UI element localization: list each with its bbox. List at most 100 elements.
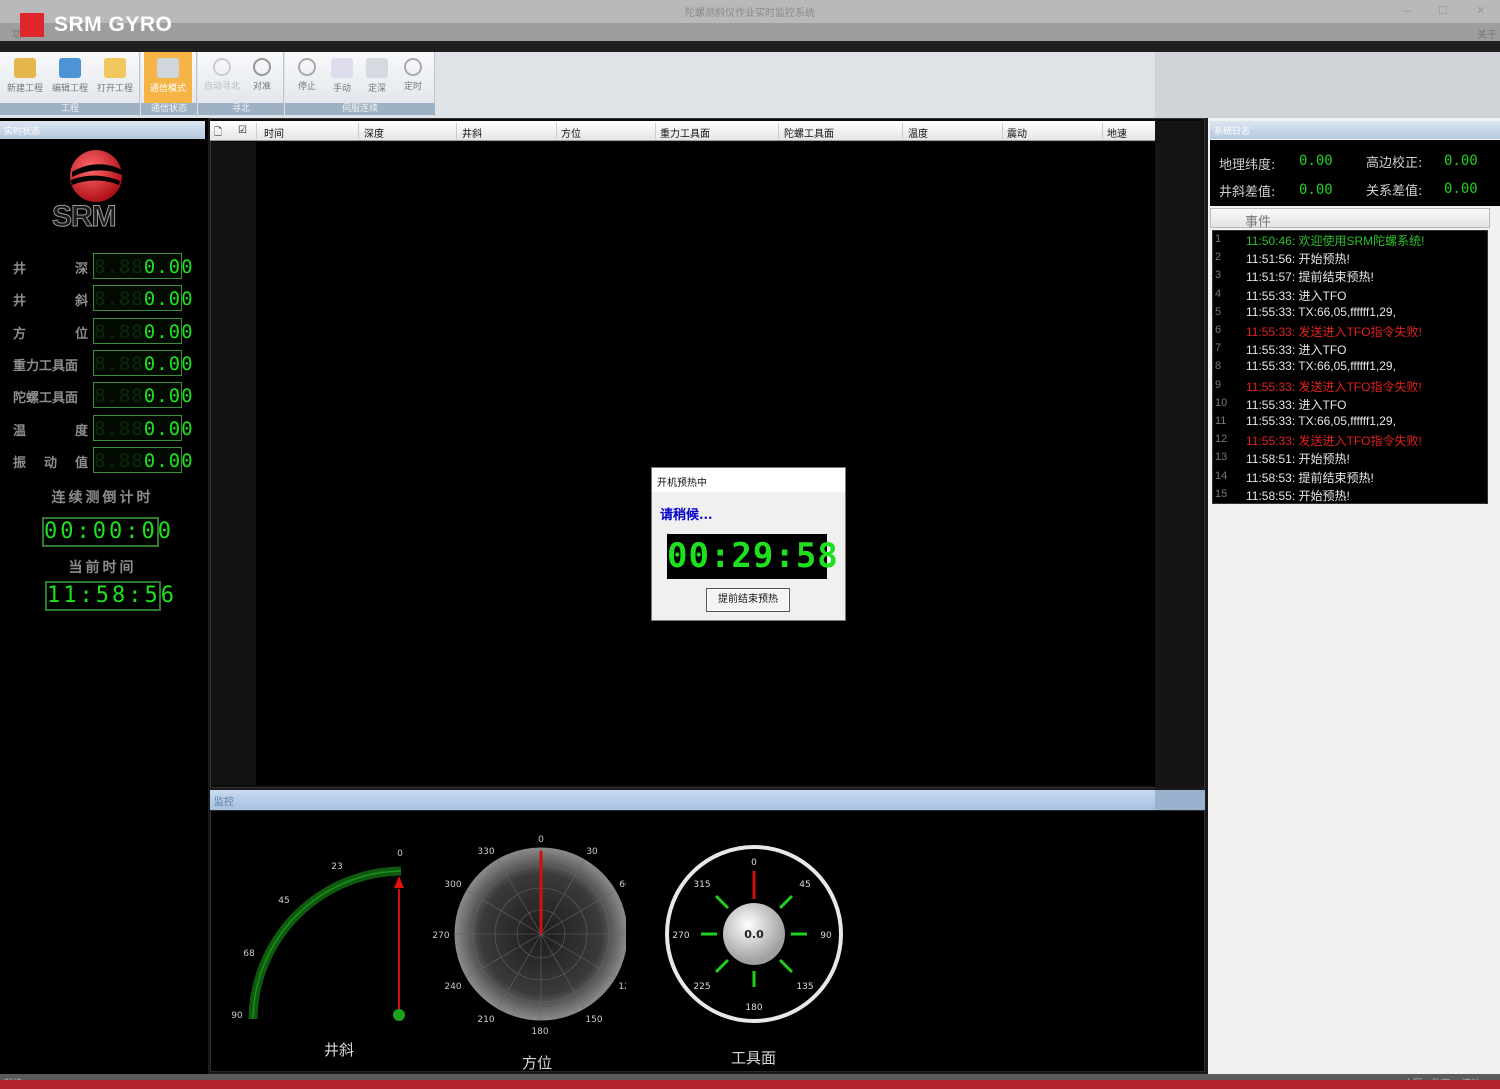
checkbox-icon[interactable]: ☑: [238, 125, 247, 136]
log-row[interactable]: 10 11:55:33: 进入TFO: [1213, 395, 1489, 413]
log-row-number: 8: [1215, 360, 1222, 373]
grid-row-header-strip: [211, 142, 256, 785]
az-tick-0: 0: [538, 835, 544, 845]
azimuth-caption: 方位: [522, 1054, 553, 1072]
log-row-text: 11:51:57: 提前结束预热!: [1246, 270, 1374, 285]
incl-tick-90: 90: [231, 1011, 243, 1021]
log-row[interactable]: 2 11:51:56: 开始预热!: [1213, 249, 1489, 267]
maximize-icon[interactable]: ☐: [1438, 4, 1448, 17]
latitude-value: 0.00: [1299, 153, 1333, 169]
ribbon-group-label: 工程: [0, 103, 140, 115]
inclination-caption: 井斜: [324, 1041, 355, 1059]
log-column-header[interactable]: 事件: [1210, 208, 1490, 230]
window-title: 陀螺测斜仪作业实时监控系统: [685, 8, 815, 19]
comm-mode-button[interactable]: 通信模式: [144, 52, 192, 104]
param-label: 陀螺工具面: [13, 391, 79, 406]
log-row-text: 11:58:53: 提前结束预热!: [1246, 470, 1374, 485]
relation-diff-value: 0.00: [1444, 181, 1478, 197]
brand-badge: SRM GYRO: [20, 12, 172, 38]
log-row-number: 5: [1215, 305, 1222, 318]
inclination-gauge: 0 23 45 68 90: [231, 849, 405, 1021]
monitor-panel: 0 23 45 68 90 井斜 0 30 60 90 120 150 180 …: [210, 810, 1205, 1072]
param-value-vibration: 8.880.00: [93, 447, 193, 473]
log-row-number: 13: [1215, 451, 1228, 464]
data-grid-body[interactable]: [256, 142, 1155, 785]
param-value-gyro-toolface: 8.880.00: [93, 382, 193, 408]
az-tick-210: 210: [477, 1015, 494, 1025]
ribbon-group-servo: 停止 手动 定深 定时 伺服连续: [285, 52, 435, 116]
param-value-azimuth: 8.880.00: [93, 318, 193, 344]
param-row-gyro-toolface: 陀螺工具面 8.880.00: [13, 382, 193, 408]
log-row[interactable]: 9 11:55:33: 发送进入TFO指令失败!: [1213, 377, 1489, 395]
tf-tick-135: 135: [796, 982, 813, 992]
data-grid-header: 🗋 ☑ 时间 深度 井斜 方位 重力工具面 陀螺工具面 温度 震动 地速: [210, 121, 1155, 141]
incl-tick-23: 23: [331, 862, 342, 872]
param-value-gravity-toolface: 8.880.00: [93, 350, 193, 376]
log-row-number: 15: [1215, 487, 1228, 500]
brand-name: SRM GYRO: [54, 13, 173, 36]
open-project-button[interactable]: 打开工程: [93, 58, 137, 94]
minimize-icon[interactable]: —: [1402, 4, 1413, 17]
log-row[interactable]: 3 11:51:57: 提前结束预热!: [1213, 267, 1489, 285]
edit-project-icon: [59, 58, 81, 78]
column-header-speed[interactable]: 地速: [1107, 125, 1127, 140]
new-project-button[interactable]: 新建工程: [3, 58, 47, 94]
monitor-header: 监控: [210, 790, 1155, 810]
log-row[interactable]: 13 11:58:51: 开始预热!: [1213, 449, 1489, 467]
column-header-inclination[interactable]: 井斜: [462, 125, 482, 140]
log-row[interactable]: 4 11:55:33: 进入TFO: [1213, 286, 1489, 304]
current-time-label: 当前时间: [68, 560, 137, 576]
log-row[interactable]: 1 11:50:46: 欢迎使用SRM陀螺系统!: [1213, 231, 1489, 249]
tf-tick-270: 270: [672, 931, 689, 941]
incl-tick-0: 0: [397, 849, 403, 859]
menu-band: [0, 41, 1500, 52]
log-row-text: 11:55:33: TX:66,05,ffffff1,29,: [1246, 359, 1396, 374]
param-label: 方位: [13, 327, 88, 342]
timed-button[interactable]: 定时: [391, 58, 435, 92]
log-row[interactable]: 8 11:55:33: TX:66,05,ffffff1,29,: [1213, 358, 1489, 376]
end-warmup-button[interactable]: 提前结束预热: [706, 588, 790, 612]
align-button[interactable]: 对准: [240, 58, 284, 92]
azimuth-dial: 0 30 60 90 120 150 180 210 240 270 300 3…: [432, 835, 626, 1037]
log-row[interactable]: 5 11:55:33: TX:66,05,ffffff1,29,: [1213, 304, 1489, 322]
column-header-azimuth[interactable]: 方位: [561, 125, 581, 140]
column-header-gyro-toolface[interactable]: 陀螺工具面: [784, 125, 834, 140]
tf-tick-45: 45: [799, 880, 810, 890]
az-tick-270: 270: [432, 931, 449, 941]
log-row[interactable]: 6 11:55:33: 发送进入TFO指令失败!: [1213, 322, 1489, 340]
toolface-dial: 0.0 0 45 90 135 180 225 270 315: [665, 845, 843, 1023]
column-header-gravity-toolface[interactable]: 重力工具面: [660, 125, 710, 140]
close-icon[interactable]: ✕: [1476, 4, 1485, 17]
auto-north-button[interactable]: 自动寻北: [200, 58, 244, 92]
column-header-temperature[interactable]: 温度: [908, 125, 928, 140]
menu-item-about[interactable]: 关于: [1477, 26, 1497, 41]
tf-tick-0: 0: [751, 858, 757, 868]
param-value-depth: 8.880.00: [93, 253, 193, 279]
param-value-temperature: 8.880.00: [93, 415, 193, 441]
column-header-vibration[interactable]: 震动: [1007, 125, 1027, 140]
log-row-number: 10: [1215, 396, 1228, 409]
log-row[interactable]: 12 11:55:33: 发送进入TFO指令失败!: [1213, 431, 1489, 449]
az-tick-60: 60: [619, 880, 626, 890]
column-header-depth[interactable]: 深度: [364, 125, 384, 140]
param-row-gravity-toolface: 重力工具面 8.880.00: [13, 350, 193, 376]
log-list[interactable]: 1 11:50:46: 欢迎使用SRM陀螺系统! 2 11:51:56: 开始预热! 3…: [1212, 230, 1488, 504]
stop-icon: [298, 58, 316, 76]
log-row-number: 6: [1215, 324, 1222, 336]
log-row[interactable]: 15 11:58:55: 开始预热!: [1213, 486, 1489, 504]
column-header-time[interactable]: 时间: [264, 125, 284, 140]
param-label: 振动值: [13, 456, 88, 471]
srm-logo-text: SRM: [52, 200, 118, 234]
log-row[interactable]: 7 11:55:33: 进入TFO: [1213, 340, 1489, 358]
log-row[interactable]: 14 11:58:53: 提前结束预热!: [1213, 468, 1489, 486]
comm-mode-icon: [157, 58, 179, 78]
incl-tick-45: 45: [278, 896, 289, 906]
edit-project-button[interactable]: 编辑工程: [48, 58, 92, 94]
log-row[interactable]: 11 11:55:33: TX:66,05,ffffff1,29,: [1213, 413, 1489, 431]
relation-diff-label: 关系差值:: [1366, 184, 1423, 199]
log-row-number: 14: [1215, 469, 1228, 482]
new-row-icon[interactable]: 🗋: [214, 125, 222, 142]
log-row-text: 11:55:33: TX:66,05,ffffff1,29,: [1246, 414, 1396, 428]
toolface-caption: 工具面: [731, 1049, 777, 1067]
log-row-number: 9: [1215, 378, 1222, 391]
